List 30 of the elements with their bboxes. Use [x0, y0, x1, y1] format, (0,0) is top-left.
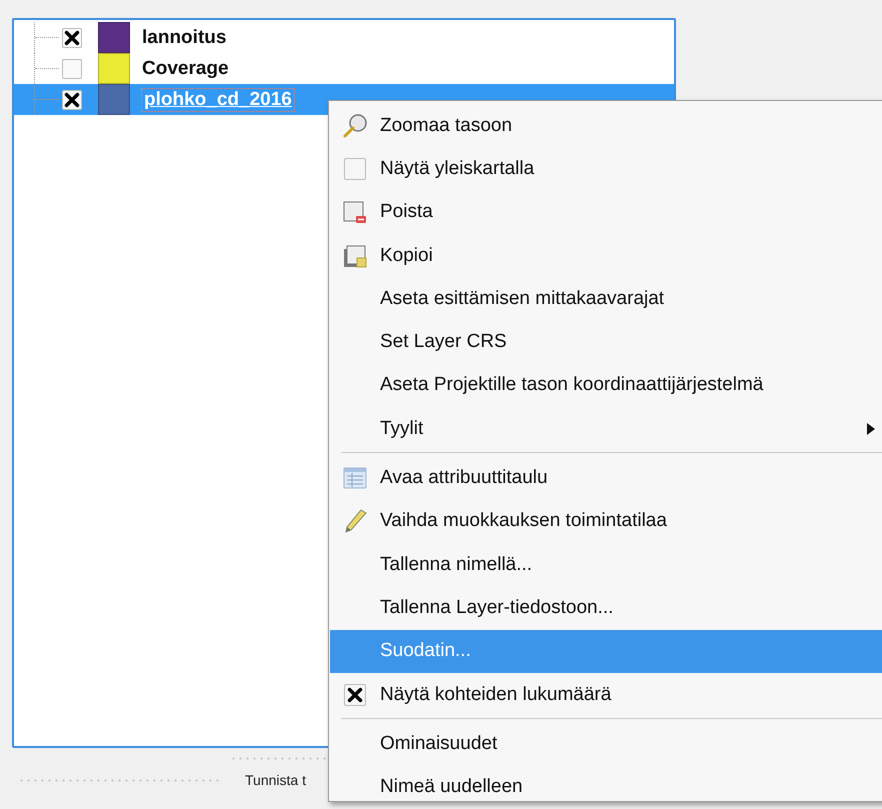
checkbox[interactable] — [344, 684, 366, 706]
menu-item[interactable]: Tallenna nimellä... — [330, 542, 882, 586]
menu-item[interactable]: Zoomaa tasoon — [330, 104, 882, 148]
checkbox[interactable] — [62, 58, 82, 78]
layer-name[interactable]: Coverage — [142, 58, 229, 80]
menu-item[interactable]: Ominaisuudet — [330, 722, 882, 766]
menu-item[interactable]: Kopioi — [330, 234, 882, 278]
menu-item[interactable]: Vaihda muokkauksen toimintatilaa — [330, 500, 882, 543]
menu-item[interactable]: Tallenna Layer-tiedostoon... — [330, 586, 882, 630]
table-icon — [342, 465, 368, 492]
menu-item[interactable]: Aseta esittämisen mittakaavarajat — [330, 277, 882, 320]
zoom-icon — [342, 112, 368, 139]
checkbox[interactable] — [62, 28, 82, 48]
status-text: Tunnista t — [245, 772, 306, 788]
submenu-arrow-icon — [867, 422, 875, 435]
menu-item[interactable]: Set Layer CRS — [330, 320, 882, 364]
menu-item[interactable]: Poista — [330, 190, 882, 234]
menu-item[interactable]: Aseta Projektille tason koordinaattijärjestelmä — [330, 364, 882, 408]
checkbox[interactable] — [62, 90, 82, 110]
tree-connector — [34, 22, 59, 53]
menu-item[interactable]: Näytä kohteiden lukumäärä — [330, 672, 882, 716]
layer-name[interactable]: lannoitus — [142, 26, 226, 48]
menu-item[interactable]: Näytä yleiskartalla — [330, 147, 882, 191]
remove-layer-icon — [342, 199, 368, 226]
copy-icon — [342, 242, 368, 269]
menu-item[interactable]: Avaa attribuuttitaulu — [330, 456, 882, 500]
menu-item[interactable]: Tyylit — [330, 407, 882, 450]
tree-connector — [34, 84, 59, 115]
checkbox[interactable] — [344, 158, 366, 180]
menu-item[interactable]: Nimeä uudelleen — [330, 765, 882, 809]
